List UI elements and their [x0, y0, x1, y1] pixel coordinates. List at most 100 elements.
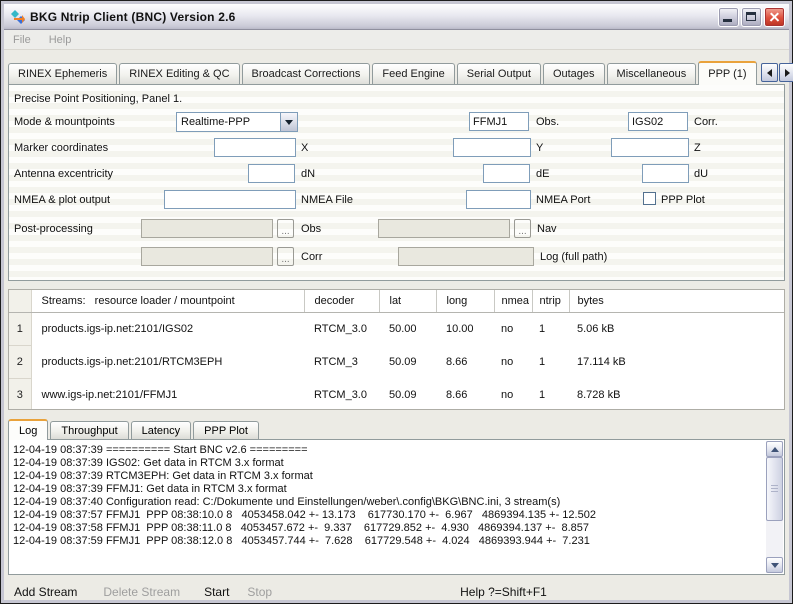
post-corr-input[interactable] — [141, 247, 273, 266]
antenna-dn-label: dN — [301, 168, 315, 180]
tab-feed-engine[interactable]: Feed Engine — [372, 63, 454, 84]
post-log-label: Log (full path) — [540, 251, 607, 263]
tab-broadcast-corrections[interactable]: Broadcast Corrections — [242, 63, 371, 84]
antenna-de-label: dE — [536, 168, 549, 180]
mode-mountpoints-label: Mode & mountpoints — [14, 116, 115, 128]
nmea-plot-output-label: NMEA & plot output — [14, 194, 110, 206]
window-title: BKG Ntrip Client (BNC) Version 2.6 — [30, 10, 236, 24]
post-nav-browse-button[interactable]: ... — [514, 219, 531, 238]
tab-scroll-right-button[interactable] — [779, 63, 793, 82]
post-obs-label: Obs — [301, 223, 321, 235]
col-decoder: decoder — [304, 290, 379, 312]
antenna-dn-input[interactable] — [248, 164, 295, 183]
col-bytes: bytes — [569, 290, 784, 312]
post-obs-browse-button[interactable]: ... — [277, 219, 294, 238]
title-bar[interactable]: BKG Ntrip Client (BNC) Version 2.6 — [4, 4, 789, 30]
col-long: long — [436, 290, 494, 312]
tab-scroll-buttons — [761, 63, 793, 82]
menu-file[interactable]: File — [13, 34, 31, 46]
menu-help[interactable]: Help — [49, 34, 72, 46]
chevron-right-icon — [785, 69, 790, 77]
log-line: 12-04-19 08:37:40 Configuration read: C:… — [13, 496, 782, 509]
marker-z-label: Z — [694, 142, 701, 154]
close-button[interactable] — [764, 7, 785, 27]
antenna-du-label: dU — [694, 168, 708, 180]
obs-mountpoint-input[interactable] — [469, 112, 529, 131]
log-line: 12-04-19 08:37:39 ========== Start BNC v… — [13, 444, 782, 457]
nmea-file-input[interactable] — [164, 190, 296, 209]
antenna-de-input[interactable] — [483, 164, 530, 183]
post-processing-label: Post-processing — [14, 223, 93, 235]
minimize-button[interactable] — [718, 7, 739, 27]
antenna-du-input[interactable] — [642, 164, 689, 183]
scroll-down-button[interactable] — [766, 557, 783, 573]
mode-select-dropdown-button[interactable] — [280, 113, 297, 131]
post-corr-browse-button[interactable]: ... — [277, 247, 294, 266]
nmea-port-input[interactable] — [466, 190, 531, 209]
corr-mountpoint-input[interactable] — [628, 112, 688, 131]
tab-scroll-left-button[interactable] — [761, 63, 778, 82]
delete-stream-button[interactable]: Delete Stream — [103, 585, 180, 599]
log-line: 12-04-19 08:37:59 FFMJ1 PPP 08:38:12.0 8… — [13, 535, 782, 548]
log-line: 12-04-19 08:37:39 FFMJ1: Get data in RTC… — [13, 483, 782, 496]
scrollbar-thumb[interactable] — [766, 457, 783, 521]
mode-select[interactable]: Realtime-PPP — [176, 112, 298, 132]
log-tab-bar: Log Throughput Latency PPP Plot — [4, 418, 789, 439]
status-bar: Add Stream Delete Stream Start Stop Help… — [4, 579, 789, 604]
tab-ppp-plot[interactable]: PPP Plot — [193, 421, 259, 439]
tab-serial-output[interactable]: Serial Output — [457, 63, 541, 84]
mode-select-value: Realtime-PPP — [181, 116, 250, 128]
menu-bar: File Help — [4, 30, 789, 50]
log-line: 12-04-19 08:37:39 IGS02: Get data in RTC… — [13, 457, 782, 470]
add-stream-button[interactable]: Add Stream — [14, 585, 77, 599]
scroll-up-button[interactable] — [766, 441, 783, 457]
stop-button[interactable]: Stop — [247, 585, 272, 599]
maximize-button[interactable] — [741, 7, 762, 27]
ppp-plot-label: PPP Plot — [661, 194, 705, 206]
streams-table-header: Streams: resource loader / mountpoint de… — [9, 290, 784, 312]
stream-row[interactable]: 2 products.igs-ip.net:2101/RTCM3EPH RTCM… — [9, 345, 784, 378]
marker-z-input[interactable] — [611, 138, 689, 157]
col-lat: lat — [379, 290, 436, 312]
tab-log[interactable]: Log — [8, 419, 48, 440]
log-line: 12-04-19 08:37:57 FFMJ1 PPP 08:38:10.0 8… — [13, 509, 782, 522]
stream-row[interactable]: 1 products.igs-ip.net:2101/IGS02 RTCM_3.… — [9, 312, 784, 345]
post-log-input[interactable] — [398, 247, 534, 266]
ppp-panel: Precise Point Positioning, Panel 1. Mode… — [8, 84, 785, 281]
col-ntrip: ntrip — [532, 290, 569, 312]
tab-outages[interactable]: Outages — [543, 63, 605, 84]
start-button[interactable]: Start — [204, 585, 229, 599]
tab-throughput[interactable]: Throughput — [50, 421, 128, 439]
post-nav-input[interactable] — [378, 219, 510, 238]
nmea-file-label: NMEA File — [301, 194, 353, 206]
corr-label: Corr. — [694, 116, 718, 128]
log-view: 12-04-19 08:37:39 ========== Start BNC v… — [8, 439, 785, 575]
panel-heading: Precise Point Positioning, Panel 1. — [14, 93, 182, 105]
chevron-left-icon — [767, 69, 772, 77]
main-tab-bar: RINEX Ephemeris RINEX Editing & QC Broad… — [4, 60, 789, 84]
marker-coordinates-label: Marker coordinates — [14, 142, 108, 154]
marker-y-input[interactable] — [453, 138, 531, 157]
marker-x-input[interactable] — [214, 138, 296, 157]
arrow-up-icon — [771, 447, 779, 452]
tab-rinex-ephemeris[interactable]: RINEX Ephemeris — [8, 63, 117, 84]
post-obs-input[interactable] — [141, 219, 273, 238]
antenna-excentricity-label: Antenna excentricity — [14, 168, 113, 180]
tab-latency[interactable]: Latency — [131, 421, 192, 439]
log-text: 12-04-19 08:37:39 ========== Start BNC v… — [9, 440, 784, 548]
tab-ppp-1[interactable]: PPP (1) — [698, 61, 756, 85]
tab-rinex-editing-qc[interactable]: RINEX Editing & QC — [119, 63, 239, 84]
app-icon — [10, 9, 26, 25]
streams-table: Streams: resource loader / mountpoint de… — [8, 289, 785, 410]
nmea-port-label: NMEA Port — [536, 194, 590, 206]
app-window: BKG Ntrip Client (BNC) Version 2.6 File … — [0, 0, 793, 604]
arrow-down-icon — [771, 563, 779, 568]
post-corr-label: Corr — [301, 251, 322, 263]
main-area: RINEX Ephemeris RINEX Editing & QC Broad… — [4, 50, 789, 600]
marker-y-label: Y — [536, 142, 543, 154]
tab-miscellaneous[interactable]: Miscellaneous — [607, 63, 697, 84]
ppp-plot-checkbox[interactable] — [643, 192, 656, 205]
stream-row[interactable]: 3 www.igs-ip.net:2101/FFMJ1 RTCM_3.0 50.… — [9, 378, 784, 410]
chevron-down-icon — [285, 120, 293, 125]
log-scrollbar[interactable] — [766, 441, 783, 573]
